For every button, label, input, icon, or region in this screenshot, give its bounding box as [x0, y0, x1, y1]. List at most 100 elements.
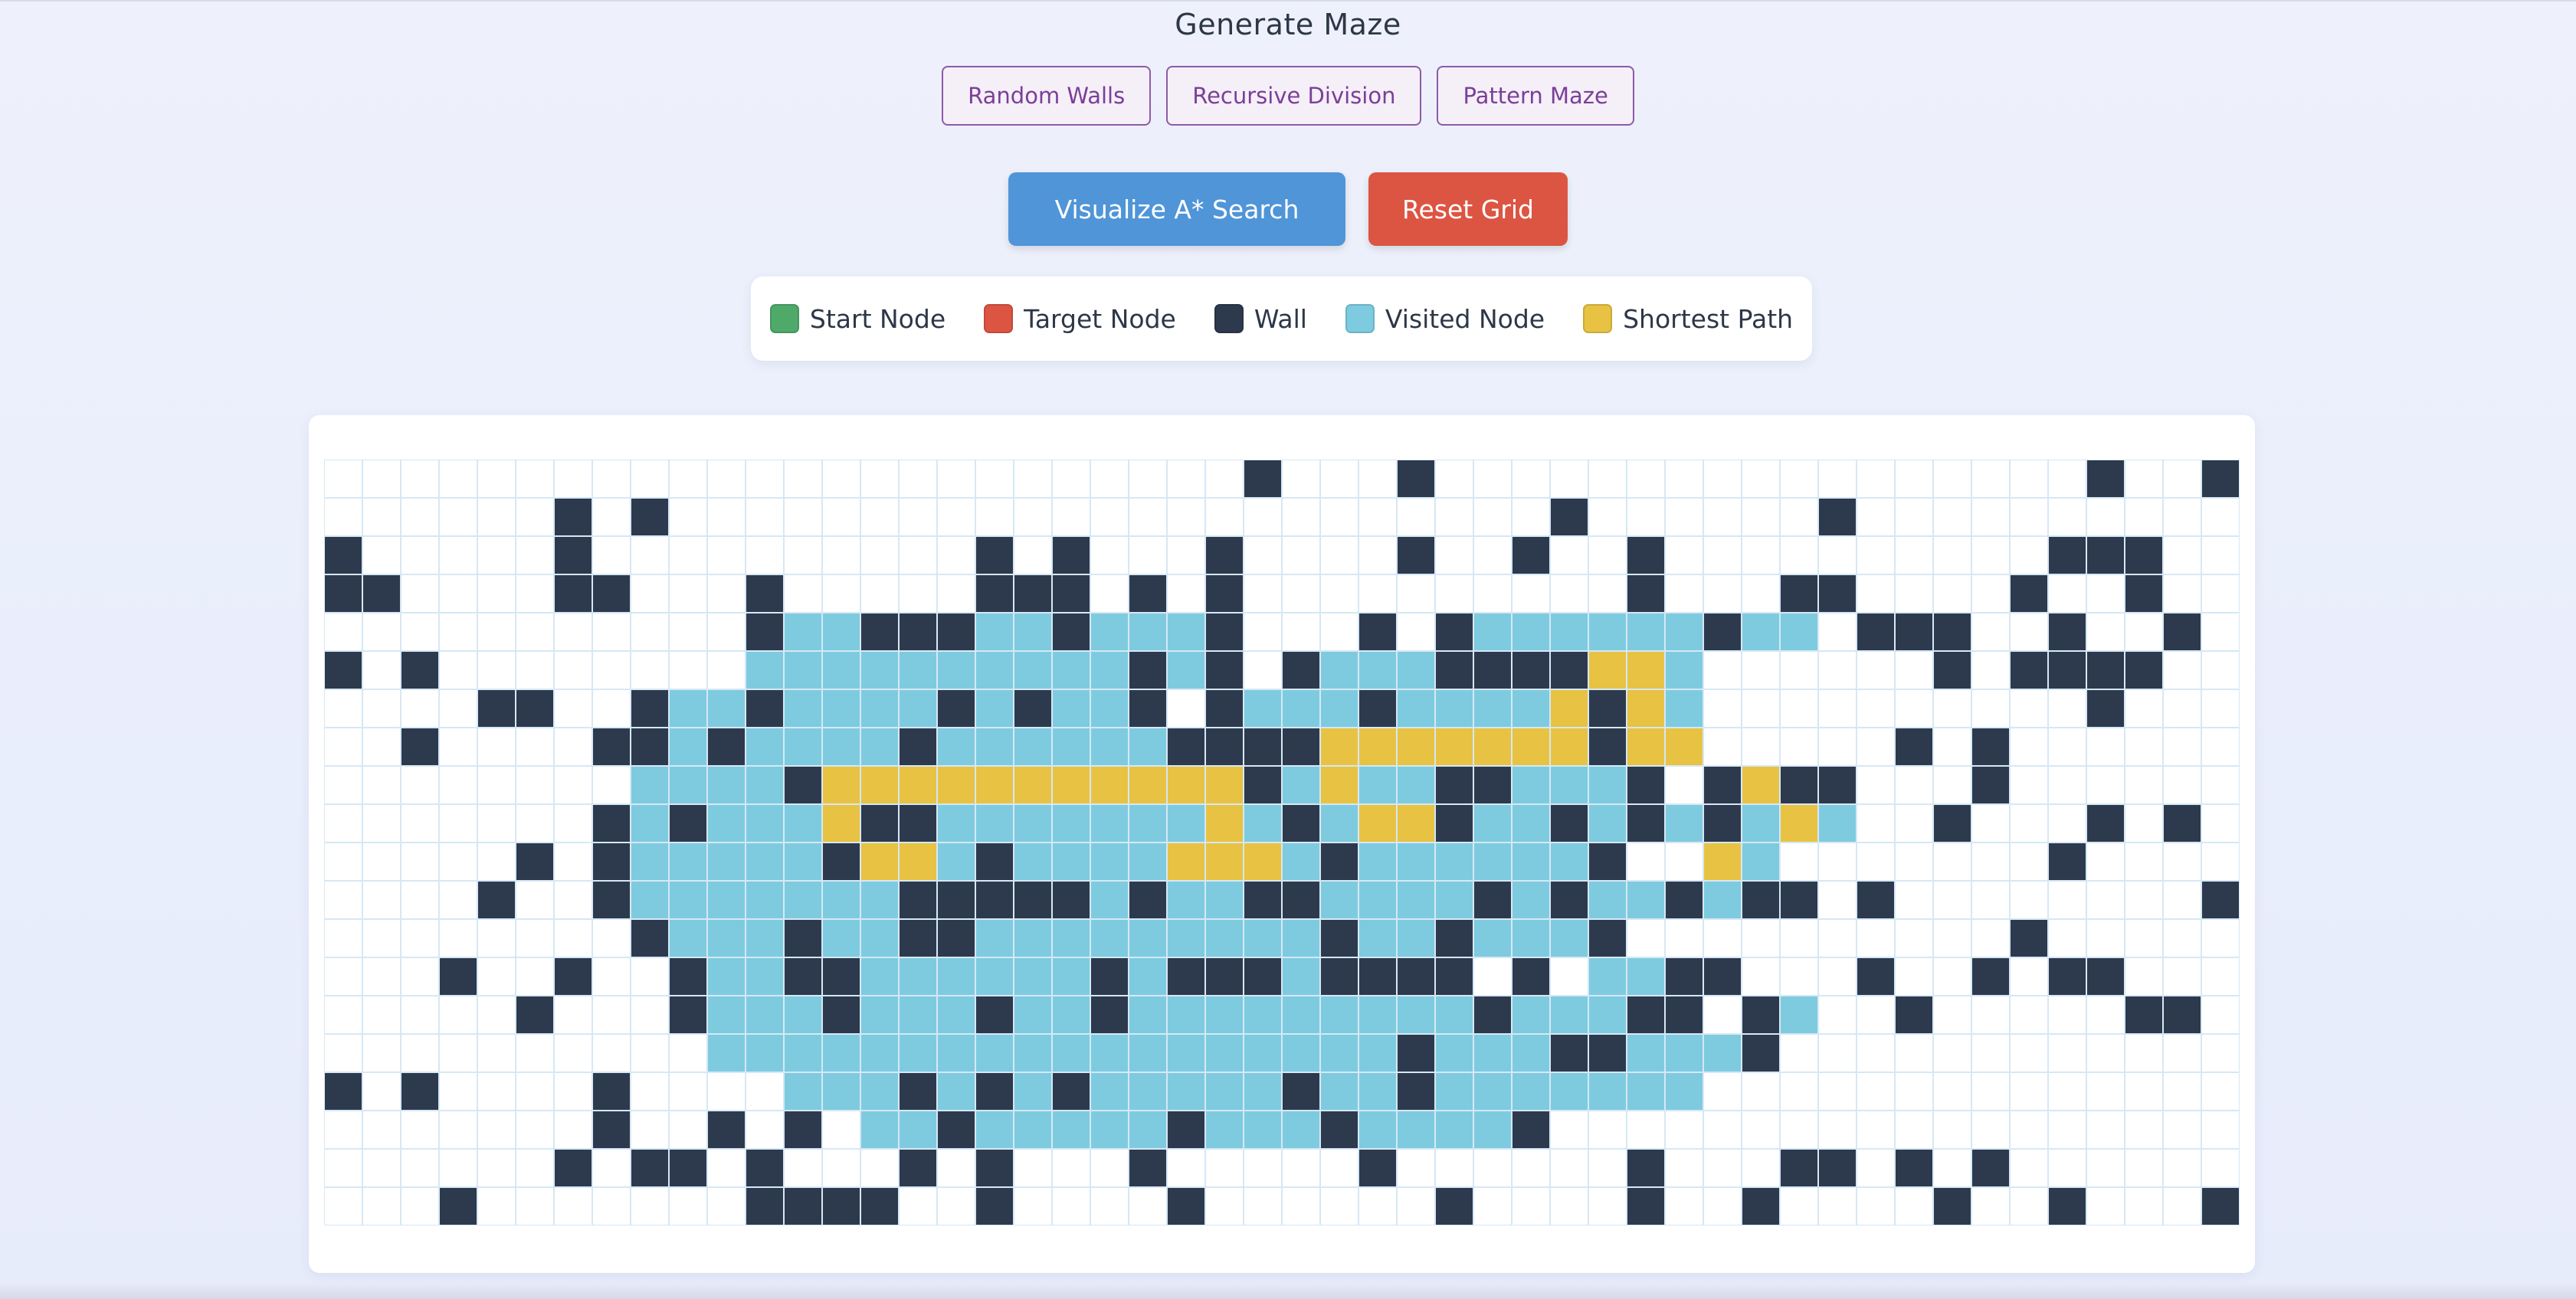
- empty-cell[interactable]: [1664, 765, 1704, 805]
- wall-cell[interactable]: [783, 1186, 823, 1225]
- empty-cell[interactable]: [706, 1072, 746, 1111]
- visited-cell[interactable]: [1741, 803, 1781, 843]
- visited-cell[interactable]: [1128, 918, 1168, 958]
- empty-cell[interactable]: [2086, 1110, 2125, 1150]
- empty-cell[interactable]: [438, 650, 478, 690]
- empty-cell[interactable]: [1511, 497, 1551, 537]
- visited-cell[interactable]: [1090, 880, 1129, 920]
- visited-cell[interactable]: [706, 880, 746, 920]
- visited-cell[interactable]: [1779, 995, 1819, 1035]
- wall-cell[interactable]: [821, 1186, 861, 1225]
- wall-cell[interactable]: [1090, 957, 1129, 996]
- empty-cell[interactable]: [2047, 918, 2087, 958]
- empty-cell[interactable]: [362, 880, 401, 920]
- empty-cell[interactable]: [477, 803, 516, 843]
- empty-cell[interactable]: [898, 497, 938, 537]
- path-cell[interactable]: [1358, 727, 1398, 767]
- empty-cell[interactable]: [1856, 995, 1896, 1035]
- wall-cell[interactable]: [2009, 918, 2049, 958]
- empty-cell[interactable]: [1741, 1072, 1781, 1111]
- empty-cell[interactable]: [706, 612, 746, 652]
- empty-cell[interactable]: [1090, 1148, 1129, 1188]
- empty-cell[interactable]: [783, 1148, 823, 1188]
- visited-cell[interactable]: [1358, 918, 1398, 958]
- wall-cell[interactable]: [1932, 1186, 1972, 1225]
- wall-cell[interactable]: [1549, 497, 1589, 537]
- empty-cell[interactable]: [1894, 765, 1934, 805]
- wall-cell[interactable]: [400, 650, 440, 690]
- wall-cell[interactable]: [860, 1186, 900, 1225]
- path-cell[interactable]: [1779, 803, 1819, 843]
- visited-cell[interactable]: [1319, 995, 1359, 1035]
- empty-cell[interactable]: [2124, 497, 2164, 537]
- empty-cell[interactable]: [630, 957, 670, 996]
- empty-cell[interactable]: [1971, 650, 2011, 690]
- empty-cell[interactable]: [2086, 727, 2125, 767]
- visited-cell[interactable]: [1358, 880, 1398, 920]
- visited-cell[interactable]: [898, 689, 938, 728]
- empty-cell[interactable]: [1664, 918, 1704, 958]
- empty-cell[interactable]: [362, 803, 401, 843]
- empty-cell[interactable]: [1166, 497, 1206, 537]
- empty-cell[interactable]: [630, 1110, 670, 1150]
- empty-cell[interactable]: [362, 1110, 401, 1150]
- path-cell[interactable]: [1626, 650, 1666, 690]
- visited-cell[interactable]: [1626, 1072, 1666, 1111]
- empty-cell[interactable]: [1856, 1148, 1896, 1188]
- wall-cell[interactable]: [2086, 803, 2125, 843]
- visited-cell[interactable]: [1204, 995, 1244, 1035]
- empty-cell[interactable]: [1703, 689, 1742, 728]
- wall-cell[interactable]: [975, 1186, 1014, 1225]
- wall-cell[interactable]: [1204, 727, 1244, 767]
- visited-cell[interactable]: [745, 765, 785, 805]
- wall-cell[interactable]: [477, 689, 516, 728]
- empty-cell[interactable]: [1166, 535, 1206, 575]
- empty-cell[interactable]: [1243, 535, 1283, 575]
- wall-cell[interactable]: [860, 803, 900, 843]
- empty-cell[interactable]: [1434, 460, 1474, 499]
- visited-cell[interactable]: [1051, 689, 1091, 728]
- wall-cell[interactable]: [515, 995, 555, 1035]
- empty-cell[interactable]: [1856, 1186, 1896, 1225]
- empty-cell[interactable]: [1281, 497, 1321, 537]
- visited-cell[interactable]: [1511, 918, 1551, 958]
- empty-cell[interactable]: [553, 842, 593, 882]
- empty-cell[interactable]: [1128, 497, 1168, 537]
- empty-cell[interactable]: [1358, 535, 1398, 575]
- visited-cell[interactable]: [1051, 957, 1091, 996]
- empty-cell[interactable]: [2201, 689, 2240, 728]
- visited-cell[interactable]: [1319, 1072, 1359, 1111]
- empty-cell[interactable]: [1281, 460, 1321, 499]
- empty-cell[interactable]: [515, 460, 555, 499]
- wall-cell[interactable]: [1281, 1072, 1321, 1111]
- empty-cell[interactable]: [2086, 1033, 2125, 1073]
- empty-cell[interactable]: [2201, 842, 2240, 882]
- visited-cell[interactable]: [1511, 1072, 1551, 1111]
- empty-cell[interactable]: [1779, 460, 1819, 499]
- empty-cell[interactable]: [1396, 1186, 1436, 1225]
- empty-cell[interactable]: [898, 535, 938, 575]
- wall-cell[interactable]: [1703, 957, 1742, 996]
- empty-cell[interactable]: [592, 460, 631, 499]
- empty-cell[interactable]: [1319, 497, 1359, 537]
- empty-cell[interactable]: [821, 1110, 861, 1150]
- empty-cell[interactable]: [2009, 880, 2049, 920]
- empty-cell[interactable]: [668, 1110, 708, 1150]
- empty-cell[interactable]: [1817, 612, 1857, 652]
- empty-cell[interactable]: [1894, 535, 1934, 575]
- wall-cell[interactable]: [400, 1072, 440, 1111]
- empty-cell[interactable]: [2086, 842, 2125, 882]
- empty-cell[interactable]: [2162, 957, 2202, 996]
- visited-cell[interactable]: [706, 918, 746, 958]
- visited-cell[interactable]: [745, 803, 785, 843]
- empty-cell[interactable]: [1971, 842, 2011, 882]
- empty-cell[interactable]: [1703, 1110, 1742, 1150]
- empty-cell[interactable]: [1434, 574, 1474, 614]
- empty-cell[interactable]: [1856, 689, 1896, 728]
- path-cell[interactable]: [1128, 765, 1168, 805]
- empty-cell[interactable]: [438, 765, 478, 805]
- wall-cell[interactable]: [1358, 957, 1398, 996]
- empty-cell[interactable]: [860, 574, 900, 614]
- empty-cell[interactable]: [1971, 574, 2011, 614]
- empty-cell[interactable]: [1243, 497, 1283, 537]
